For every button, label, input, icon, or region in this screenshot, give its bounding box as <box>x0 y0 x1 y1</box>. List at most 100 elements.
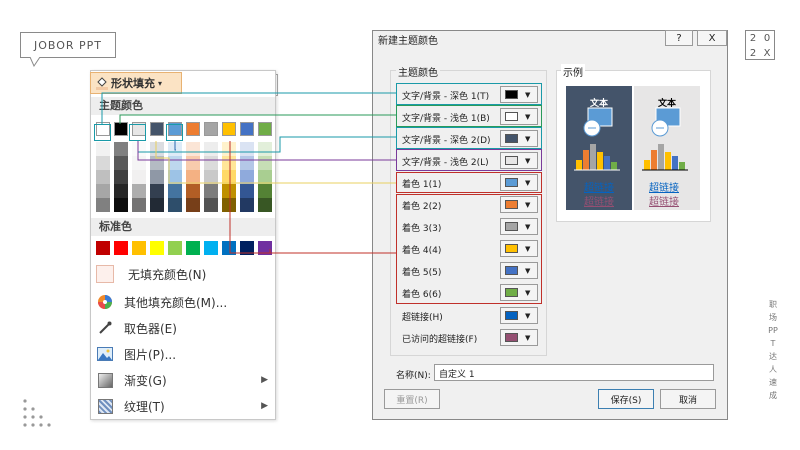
theme-colors-group-title: 主题颜色 <box>396 64 440 79</box>
shade-swatch[interactable] <box>258 156 272 170</box>
shade-swatch[interactable] <box>168 156 182 170</box>
menu-item-more-colors[interactable]: 其他填充颜色(M)... <box>90 289 276 315</box>
no-fill-icon <box>96 265 114 283</box>
shade-swatch[interactable] <box>222 170 236 184</box>
shade-swatch[interactable] <box>114 156 128 170</box>
chevron-down-icon: ▾ <box>158 78 163 88</box>
menu-item-eyedropper[interactable]: 取色器(E) <box>90 315 276 341</box>
shade-swatch[interactable] <box>96 198 110 212</box>
shade-swatch[interactable] <box>186 156 200 170</box>
save-label: 保存(S) <box>610 395 642 406</box>
chevron-down-icon: ▼ <box>525 311 531 320</box>
color-row-label: 已访问的超链接(F) <box>402 335 478 345</box>
reset-button[interactable]: 重置(R) <box>384 389 440 409</box>
shade-swatch[interactable] <box>150 198 164 212</box>
shade-swatch[interactable] <box>204 198 218 212</box>
shade-swatch[interactable] <box>132 170 146 184</box>
shade-column <box>168 142 182 212</box>
standard-color-swatch[interactable] <box>150 241 164 255</box>
shade-swatch[interactable] <box>96 142 110 156</box>
shade-swatch[interactable] <box>240 142 254 156</box>
shade-swatch[interactable] <box>168 198 182 212</box>
swatch-highlight <box>129 124 146 141</box>
menu-item-picture[interactable]: 图片(P)... <box>90 341 276 367</box>
shade-column <box>222 142 236 212</box>
standard-color-swatch[interactable] <box>258 241 272 255</box>
shade-swatch[interactable] <box>240 198 254 212</box>
shade-swatch[interactable] <box>96 170 110 184</box>
shade-swatch[interactable] <box>96 184 110 198</box>
shade-swatch[interactable] <box>150 184 164 198</box>
shade-swatch[interactable] <box>96 156 110 170</box>
shade-swatch[interactable] <box>114 170 128 184</box>
shade-swatch[interactable] <box>204 142 218 156</box>
shade-swatch[interactable] <box>186 170 200 184</box>
shade-swatch[interactable] <box>186 198 200 212</box>
shade-swatch[interactable] <box>132 142 146 156</box>
standard-color-swatch[interactable] <box>168 241 182 255</box>
shade-swatch[interactable] <box>222 184 236 198</box>
shade-column <box>150 142 164 212</box>
standard-color-swatch[interactable] <box>222 241 236 255</box>
shade-swatch[interactable] <box>132 184 146 198</box>
shade-swatch[interactable] <box>150 170 164 184</box>
shape-fill-button[interactable]: 形状填充 ▾ <box>90 72 182 94</box>
menu-item-texture[interactable]: 纹理(T) ▶ <box>90 393 276 419</box>
standard-color-swatch[interactable] <box>132 241 146 255</box>
shade-swatch[interactable] <box>114 198 128 212</box>
shade-swatch[interactable] <box>186 142 200 156</box>
help-button[interactable]: ? <box>665 30 693 46</box>
shade-swatch[interactable] <box>132 156 146 170</box>
shade-swatch[interactable] <box>186 184 200 198</box>
shade-swatch[interactable] <box>240 184 254 198</box>
close-button[interactable]: X <box>697 30 727 46</box>
theme-color-swatch[interactable] <box>240 122 254 136</box>
standard-color-swatch[interactable] <box>114 241 128 255</box>
shade-swatch[interactable] <box>114 184 128 198</box>
theme-color-swatch[interactable] <box>150 122 164 136</box>
save-button[interactable]: 保存(S) <box>598 389 654 409</box>
shade-swatch[interactable] <box>150 156 164 170</box>
menu-item-gradient[interactable]: 渐变(G) ▶ <box>90 367 276 393</box>
theme-color-swatch[interactable] <box>258 122 272 136</box>
shade-swatch[interactable] <box>204 170 218 184</box>
highlight-light2 <box>396 149 542 171</box>
shape-fill-label: 形状填充 <box>111 77 155 90</box>
standard-color-swatch[interactable] <box>240 241 254 255</box>
standard-color-swatch[interactable] <box>96 241 110 255</box>
theme-color-swatch[interactable] <box>114 122 128 136</box>
shade-swatch[interactable] <box>258 198 272 212</box>
shade-swatch[interactable] <box>168 170 182 184</box>
menu-item-no-fill[interactable]: 无填充颜色(N) <box>90 261 276 287</box>
theme-color-swatch[interactable] <box>222 122 236 136</box>
shade-swatch[interactable] <box>258 142 272 156</box>
shade-column <box>258 142 272 212</box>
shade-swatch[interactable] <box>168 184 182 198</box>
cancel-button[interactable]: 取消 <box>660 389 716 409</box>
shade-swatch[interactable] <box>240 156 254 170</box>
shade-swatch[interactable] <box>258 184 272 198</box>
shade-swatch[interactable] <box>168 142 182 156</box>
shade-swatch[interactable] <box>204 156 218 170</box>
standard-color-swatch[interactable] <box>186 241 200 255</box>
theme-color-swatch[interactable] <box>204 122 218 136</box>
shade-swatch[interactable] <box>114 142 128 156</box>
shade-swatch[interactable] <box>222 156 236 170</box>
shade-swatch[interactable] <box>258 170 272 184</box>
standard-color-row <box>91 241 275 255</box>
shade-swatch[interactable] <box>240 170 254 184</box>
name-input[interactable]: 自定义 1 <box>434 364 714 381</box>
menu-item-label: 其他填充颜色(M)... <box>124 295 228 310</box>
shade-swatch[interactable] <box>222 142 236 156</box>
shade-swatch[interactable] <box>222 198 236 212</box>
theme-colors-header: 主题颜色 <box>91 97 275 115</box>
shade-swatch[interactable] <box>150 142 164 156</box>
theme-color-swatch[interactable] <box>186 122 200 136</box>
logo-text: JOBOR PPT <box>33 38 103 52</box>
standard-color-swatch[interactable] <box>204 241 218 255</box>
shade-swatch[interactable] <box>204 184 218 198</box>
color-picker-button[interactable]: ▼ <box>500 329 538 346</box>
theme-shade-grid <box>91 142 275 212</box>
shade-swatch[interactable] <box>132 198 146 212</box>
color-picker-button[interactable]: ▼ <box>500 307 538 324</box>
